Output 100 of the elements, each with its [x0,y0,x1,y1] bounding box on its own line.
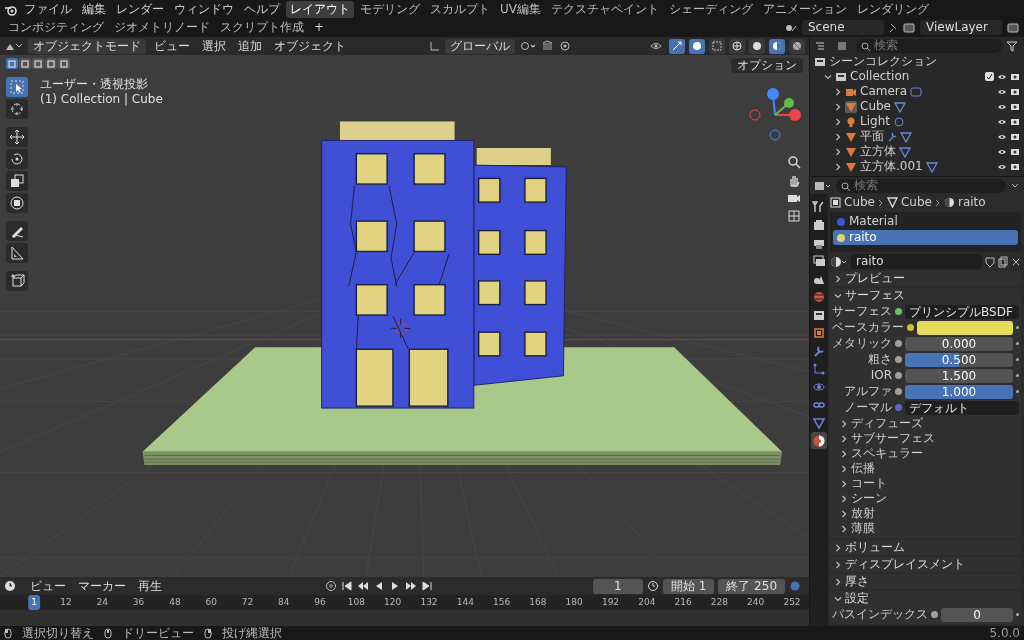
collapsed-caret-icon[interactable] [840,479,848,488]
material-sphere-icon[interactable] [830,255,848,268]
grid-icon[interactable] [787,209,801,223]
menu-item[interactable]: ヘルプ [240,1,284,18]
socket-dot[interactable] [895,404,902,411]
current-frame-field[interactable]: 1 [592,578,643,594]
collapsed-caret-icon[interactable] [840,449,848,458]
material-name-field[interactable]: raito [851,254,982,269]
workspace-tab[interactable]: テクスチャペイント [547,1,663,18]
mode-dropdown[interactable]: オブジェクトモード [28,38,146,54]
material-slot[interactable]: raito [833,230,1018,245]
outliner-item[interactable]: 立方体 [860,144,896,159]
workspace-tab[interactable]: スカルプト [426,1,494,18]
workspace-tab[interactable]: モデリング [356,1,424,18]
add-workspace-button[interactable]: + [310,19,329,36]
camera-icon[interactable] [1010,87,1020,96]
menu-item[interactable]: 選択 [198,38,230,54]
cursor-tool-button[interactable] [6,99,28,119]
keyframe-dot[interactable] [1016,390,1019,393]
collapsed-caret-icon[interactable] [834,274,842,283]
next-keyframe-icon[interactable] [405,580,418,592]
select-mode-button[interactable] [58,58,70,69]
number-field[interactable]: 0 [941,607,1013,622]
jump-end-icon[interactable] [421,580,434,592]
subpanel-header[interactable]: サブサーフェス [832,431,1019,446]
view-layer-field[interactable]: ViewLayer [920,20,1002,35]
collapsed-caret-icon[interactable] [834,577,842,586]
keyframe-dot[interactable] [1016,342,1019,345]
collapsed-caret-icon[interactable] [840,494,848,503]
socket-dot[interactable] [895,388,902,395]
workspace-tab[interactable]: レイアウト [286,1,354,18]
expanded-caret-icon[interactable] [834,594,842,603]
workspace-tab[interactable]: ジオメトリノード [110,19,214,36]
menu-item[interactable]: ビュー [26,578,70,594]
socket-dot[interactable] [895,308,902,315]
link-field[interactable]: デフォルト [905,400,1019,415]
keyframe-dot[interactable] [1016,358,1019,361]
select-mode-button[interactable] [19,58,31,69]
checkbox[interactable] [985,72,994,81]
subpanel-header[interactable]: ディフューズ [832,416,1019,431]
panel-header[interactable]: 設定 [830,591,1021,606]
rotate-tool-button[interactable] [6,149,28,169]
eye-icon[interactable] [997,117,1007,126]
add-cube-tool-button[interactable] [6,271,28,291]
select-mode-button[interactable] [32,58,44,69]
material-shading-button[interactable] [769,38,785,54]
outliner-item[interactable]: 立方体.001 [860,159,923,174]
subpanel-header[interactable]: 放射 [832,506,1019,521]
slider-field[interactable]: 1.000 [905,384,1013,399]
scene-field[interactable]: Scene [802,20,884,35]
subpanel-header[interactable]: コート [832,476,1019,491]
outliner-item[interactable]: 平面 [860,129,884,144]
workspace-tab[interactable]: スクリプト作成 [216,19,308,36]
end-frame-field[interactable]: 終了 250 [718,578,785,594]
select-mode-button[interactable] [6,58,18,69]
stopwatch-icon[interactable] [646,580,659,592]
collapsed-caret-icon[interactable] [834,162,842,171]
solid-shading-button[interactable] [749,38,765,54]
start-frame-field[interactable]: 開始 1 [662,578,715,594]
orientation-dropdown[interactable]: グローバル [444,38,515,54]
keyframe-dot[interactable] [1016,326,1019,329]
socket-dot[interactable] [907,324,914,331]
search-field[interactable]: 検索 [856,38,1002,53]
annotate-tool-button[interactable] [6,221,28,241]
outliner-item[interactable]: Collection [850,69,910,84]
overlay-toggle[interactable] [689,38,705,54]
panel-header[interactable]: サーフェス [830,288,1021,303]
options-dropdown[interactable]: オプション [731,58,803,73]
zoom-icon[interactable] [787,155,801,169]
xray-toggle[interactable] [709,38,725,54]
eye-icon[interactable] [997,87,1007,96]
move-tool-button[interactable] [6,127,28,147]
menu-item[interactable]: マーカー [74,578,130,594]
axes-icon[interactable] [428,40,441,52]
socket-dot[interactable] [931,611,938,618]
menu-item[interactable]: ウィンドウ [170,1,238,18]
keyframe-dot[interactable] [1016,613,1019,616]
subpanel-header[interactable]: シーン [832,491,1019,506]
duplicate-icon[interactable] [998,255,1008,268]
prev-keyframe-icon[interactable] [357,580,370,592]
eye-icon[interactable] [997,147,1007,156]
menu-item[interactable]: ビュー [150,38,194,54]
menu-item[interactable]: 編集 [78,1,110,18]
eye-icon[interactable] [997,162,1007,171]
camera-icon[interactable] [1010,72,1020,81]
outliner-item[interactable]: Light [860,114,890,129]
workspace-tab[interactable]: コンポジティング [4,19,108,36]
slider-field[interactable]: 0.000 [905,336,1013,351]
expanded-caret-icon[interactable] [834,291,842,300]
filter-icon[interactable] [1006,39,1020,52]
rendered-shading-button[interactable] [789,38,805,54]
collapsed-caret-icon[interactable] [840,434,848,443]
jump-start-icon[interactable] [341,580,354,592]
collapsed-caret-icon[interactable] [834,102,842,111]
camera-icon[interactable] [1010,162,1020,171]
editor-type-icon[interactable] [814,179,832,192]
scale-tool-button[interactable] [6,171,28,191]
menu-item[interactable]: 再生 [134,578,166,594]
outliner-item[interactable]: Cube [860,99,891,114]
subpanel-header[interactable]: 伝播 [832,461,1019,476]
